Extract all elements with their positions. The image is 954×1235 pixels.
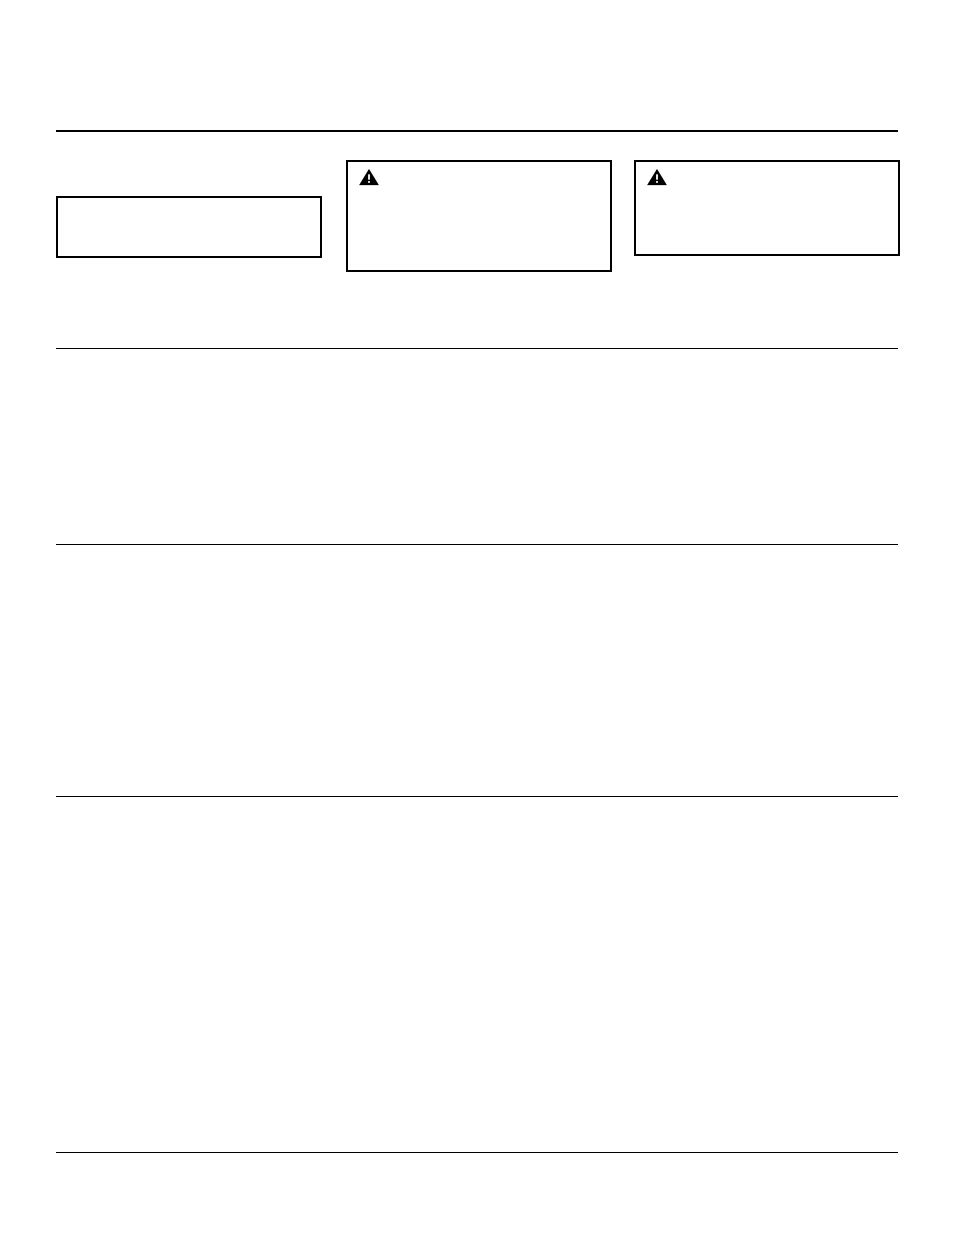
section-b-col1: Use extreme caution when loading the uni… bbox=[56, 394, 321, 503]
section-d-title: FUEL HANDLING bbox=[56, 816, 898, 834]
rule-3 bbox=[56, 544, 898, 545]
rule-4 bbox=[56, 796, 898, 797]
section-d: FUEL HANDLING Fuel is flammable and its … bbox=[56, 816, 898, 920]
divider-label: EXTREME OPERATION bbox=[56, 316, 210, 334]
section-c-col3: Avoid starting or stopping on a slope. I… bbox=[633, 590, 898, 668]
note-box-text: Always check brake operation at the star… bbox=[58, 198, 320, 241]
section-a-title: BRAKES bbox=[56, 160, 115, 178]
section-b-col3 bbox=[633, 394, 898, 503]
section-d-col2: Never refuel or drain the machine indoor… bbox=[345, 842, 610, 920]
section-c-title: MOWING SLOPES bbox=[56, 564, 898, 582]
warning-box-2-label: WARNING bbox=[674, 168, 732, 184]
warning-icon bbox=[646, 168, 668, 186]
warning-box-2: WARNING Never operate the unit unless th… bbox=[634, 160, 900, 256]
warning-icon bbox=[358, 168, 380, 186]
section-b-col2 bbox=[345, 394, 610, 503]
page-number: 4 bbox=[56, 1164, 63, 1180]
section-d-col1: Fuel is flammable and its vapors are exp… bbox=[56, 842, 321, 920]
warning-box-1-label: WARNING bbox=[386, 168, 444, 184]
warning-box-1: WARNING Never operate the unit if the br… bbox=[346, 160, 612, 272]
rule-top bbox=[56, 130, 898, 132]
rule-bottom bbox=[56, 1152, 898, 1153]
section-c-col2: Survey the area before mowing. Do not mo… bbox=[345, 590, 610, 668]
section-c-col1: Slopes are a major factor in loss-of-con… bbox=[56, 590, 321, 668]
section-d-col3: If fuel is spilled, do not attempt to st… bbox=[633, 842, 898, 920]
document-page: Safety BRAKES Always check brake operati… bbox=[0, 0, 954, 1235]
running-head: Safety bbox=[856, 96, 898, 114]
footer-right: Operator Manual bbox=[808, 1164, 898, 1180]
section-b: LOADING AND TRANSPORTING Use extreme cau… bbox=[56, 368, 898, 503]
section-b-title: LOADING AND TRANSPORTING bbox=[56, 368, 898, 386]
section-c: MOWING SLOPES Slopes are a major factor … bbox=[56, 564, 898, 668]
rule-2 bbox=[56, 348, 898, 349]
note-box: Always check brake operation at the star… bbox=[56, 196, 322, 258]
